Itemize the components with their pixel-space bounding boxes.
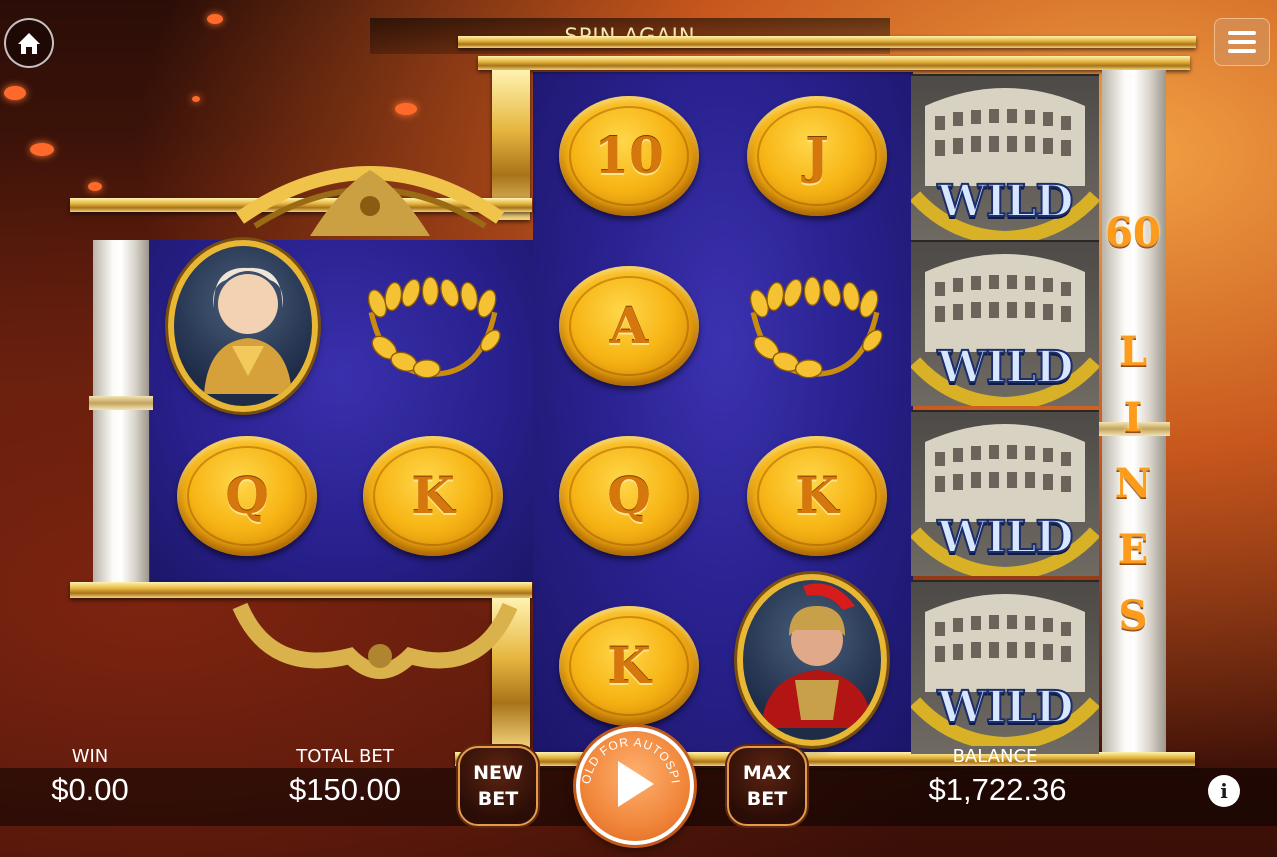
portrait-gladiator: [737, 573, 887, 746]
play-icon: [618, 761, 654, 807]
menu-button[interactable]: [1214, 18, 1270, 66]
wild-label: WILD: [936, 175, 1074, 228]
ornamental-arch: [236, 166, 504, 236]
ember: [207, 14, 223, 24]
hamburger-menu-icon: [1228, 31, 1256, 53]
left-pillar: [89, 240, 153, 582]
reel-4-row-2-symbol: [740, 262, 890, 397]
new-bet-line2: BET: [477, 788, 519, 810]
lines-number: 60: [1105, 209, 1161, 256]
reel-5-row-2-wild: WILD: [911, 240, 1099, 406]
lines-letter: N: [1114, 460, 1152, 507]
wild-label: WILD: [936, 511, 1074, 564]
wild-label: WILD: [936, 681, 1074, 734]
max-bet-button[interactable]: MAX BET: [727, 746, 807, 826]
info-button[interactable]: i: [1208, 775, 1240, 807]
max-bet-line1: MAX: [742, 762, 792, 784]
reel-1-row-2-portrait: [168, 239, 318, 412]
portrait-woman: [168, 239, 318, 412]
laurel-wreath: [367, 275, 501, 378]
reel-3-row-4-symbol: K: [554, 598, 704, 733]
ember: [192, 96, 200, 102]
win-label: WIN: [71, 746, 109, 767]
ember: [4, 86, 26, 100]
wild-label: WILD: [936, 341, 1074, 394]
new-bet-line1: NEW: [473, 762, 523, 784]
home-icon: [18, 33, 40, 54]
ember: [395, 103, 417, 115]
frame-top-bar: [458, 36, 1196, 48]
frame-top-bar-inner: [478, 56, 1190, 70]
reel-2-row-2-symbol: [358, 262, 508, 397]
home-button[interactable]: [4, 18, 54, 68]
reel-3-row-3-symbol: Q: [554, 428, 704, 563]
reel-5-row-1-wild: WILD: [911, 74, 1099, 240]
reel-3-row-1-symbol: 10: [554, 88, 704, 223]
info-icon: i: [1220, 779, 1228, 803]
balance-value: $1,722.36: [928, 772, 1067, 807]
ember: [30, 143, 54, 156]
reel-2-row-3-symbol: K: [358, 428, 508, 563]
lines-indicator: 60 L I N E S: [1103, 205, 1163, 649]
lines-letter: I: [1123, 394, 1143, 441]
new-bet-button[interactable]: NEW BET: [458, 746, 538, 826]
reel-5-row-4-wild: WILD: [911, 580, 1099, 754]
total-bet-label: TOTAL BET: [296, 746, 394, 767]
lines-word: L I N E S: [1103, 319, 1163, 649]
reel-5-row-3-wild: WILD: [911, 410, 1099, 576]
reel-4-row-3-symbol: K: [742, 428, 892, 563]
reel-4-row-1-symbol: J: [742, 88, 892, 223]
reel-1-row-3-symbol: Q: [172, 428, 322, 563]
laurel-wreath: [749, 275, 883, 378]
total-bet-value: $150.00: [288, 772, 402, 807]
spin-button[interactable]: HOLD FOR AUTOSPIN: [576, 727, 694, 845]
lines-letter: L: [1118, 328, 1148, 375]
win-value: $0.00: [51, 772, 129, 807]
reel-4-row-4-portrait: [737, 573, 887, 746]
reel-3-row-2-symbol: A: [554, 258, 704, 393]
ornamental-scroll: [232, 602, 518, 679]
max-bet-line2: BET: [746, 788, 788, 810]
lines-letter: S: [1118, 592, 1148, 639]
balance-label: BALANCE: [952, 746, 1038, 767]
lines-letter: E: [1117, 526, 1149, 573]
